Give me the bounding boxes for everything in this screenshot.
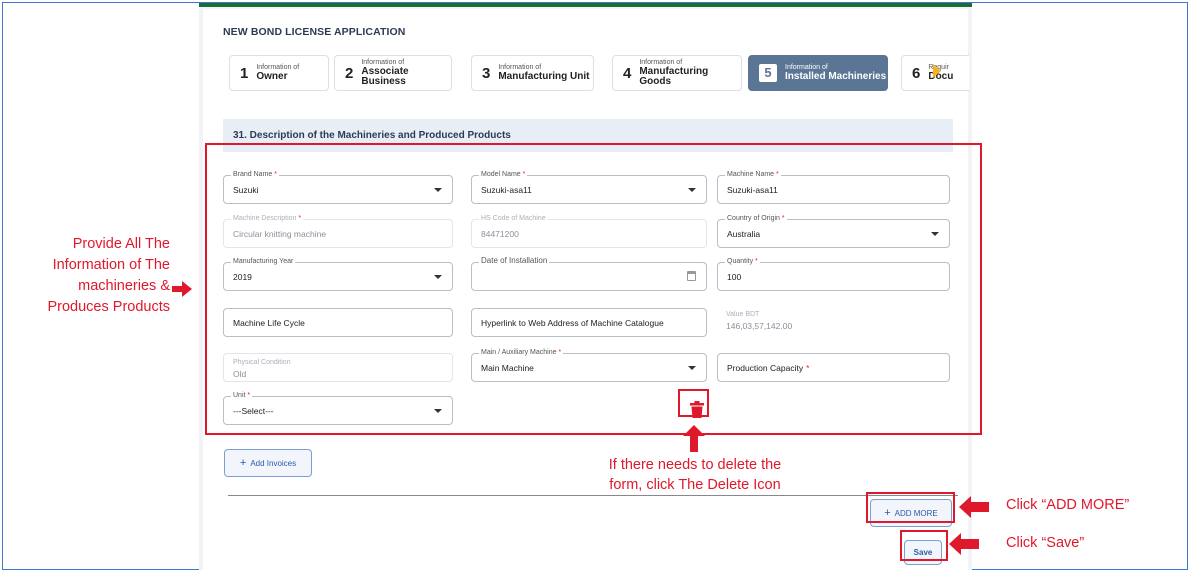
left-annotation-line: machineries &: [78, 278, 170, 294]
left-annotation-line: Provide All The: [72, 236, 170, 252]
step-installed-machineries[interactable]: 5 Information of Installed Machineries: [748, 55, 888, 91]
step-label: Installed Machineries: [785, 71, 887, 82]
button-label: Add Invoices: [250, 458, 297, 468]
up-arrow-icon: [683, 425, 705, 452]
left-arrow-icon: [949, 533, 979, 555]
save-highlight-box: [900, 530, 948, 561]
step-sub: Information of: [785, 64, 828, 71]
step-sub: Information of: [639, 59, 683, 66]
step-manufacturing-unit[interactable]: 3 Information of Manufacturing Unit: [471, 55, 594, 91]
step-sub: Information of: [256, 64, 300, 71]
left-arrow-icon: [959, 496, 989, 518]
step-number: 1: [240, 64, 249, 82]
step-sub: Information of: [361, 59, 405, 66]
delete-annotation-line: form, click The Delete Icon: [609, 477, 781, 493]
left-arrow-icon: [172, 281, 192, 297]
chevron-right-icon[interactable]: [933, 64, 941, 78]
page-title: NEW BOND LICENSE APPLICATION: [223, 26, 406, 38]
add-invoices-button[interactable]: + Add Invoices: [224, 449, 312, 477]
add-more-highlight-box: [866, 492, 955, 523]
step-number: 6: [912, 64, 921, 82]
left-annotation: Provide All The Information of The machi…: [30, 234, 170, 318]
header-bar: [199, 3, 972, 7]
step-number: 4: [623, 64, 632, 82]
left-annotation-line: Information of The: [52, 257, 170, 273]
step-number: 2: [345, 64, 354, 82]
plus-icon: +: [239, 457, 247, 469]
step-label: Manufacturing Unit: [498, 71, 590, 82]
delete-annotation: If there needs to delete the form, click…: [585, 455, 805, 495]
divider: [228, 495, 958, 496]
add-more-annotation: Click “ADD MORE”: [1006, 497, 1130, 513]
step-number: 5: [759, 64, 777, 82]
step-associate-business[interactable]: 2 Information of Associate Business: [334, 55, 452, 91]
step-manufacturing-goods[interactable]: 4 Information of Manufacturing Goods: [612, 55, 742, 91]
step-label: Associate Business: [361, 66, 409, 87]
step-owner[interactable]: 1 Information of Owner: [229, 55, 329, 91]
left-annotation-line: Produces Products: [47, 299, 170, 315]
delete-annotation-line: If there needs to delete the: [608, 457, 782, 473]
step-number: 3: [482, 64, 491, 82]
step-sub: Information of: [498, 64, 542, 71]
step-label: Owner: [256, 71, 288, 82]
delete-highlight-box: [678, 389, 709, 417]
save-annotation: Click “Save”: [1006, 535, 1085, 551]
form-highlight-box: [205, 143, 982, 435]
step-label: Manufacturing Goods: [639, 66, 709, 87]
stepper: 1 Information of Owner 2 Information of As…: [229, 55, 969, 91]
